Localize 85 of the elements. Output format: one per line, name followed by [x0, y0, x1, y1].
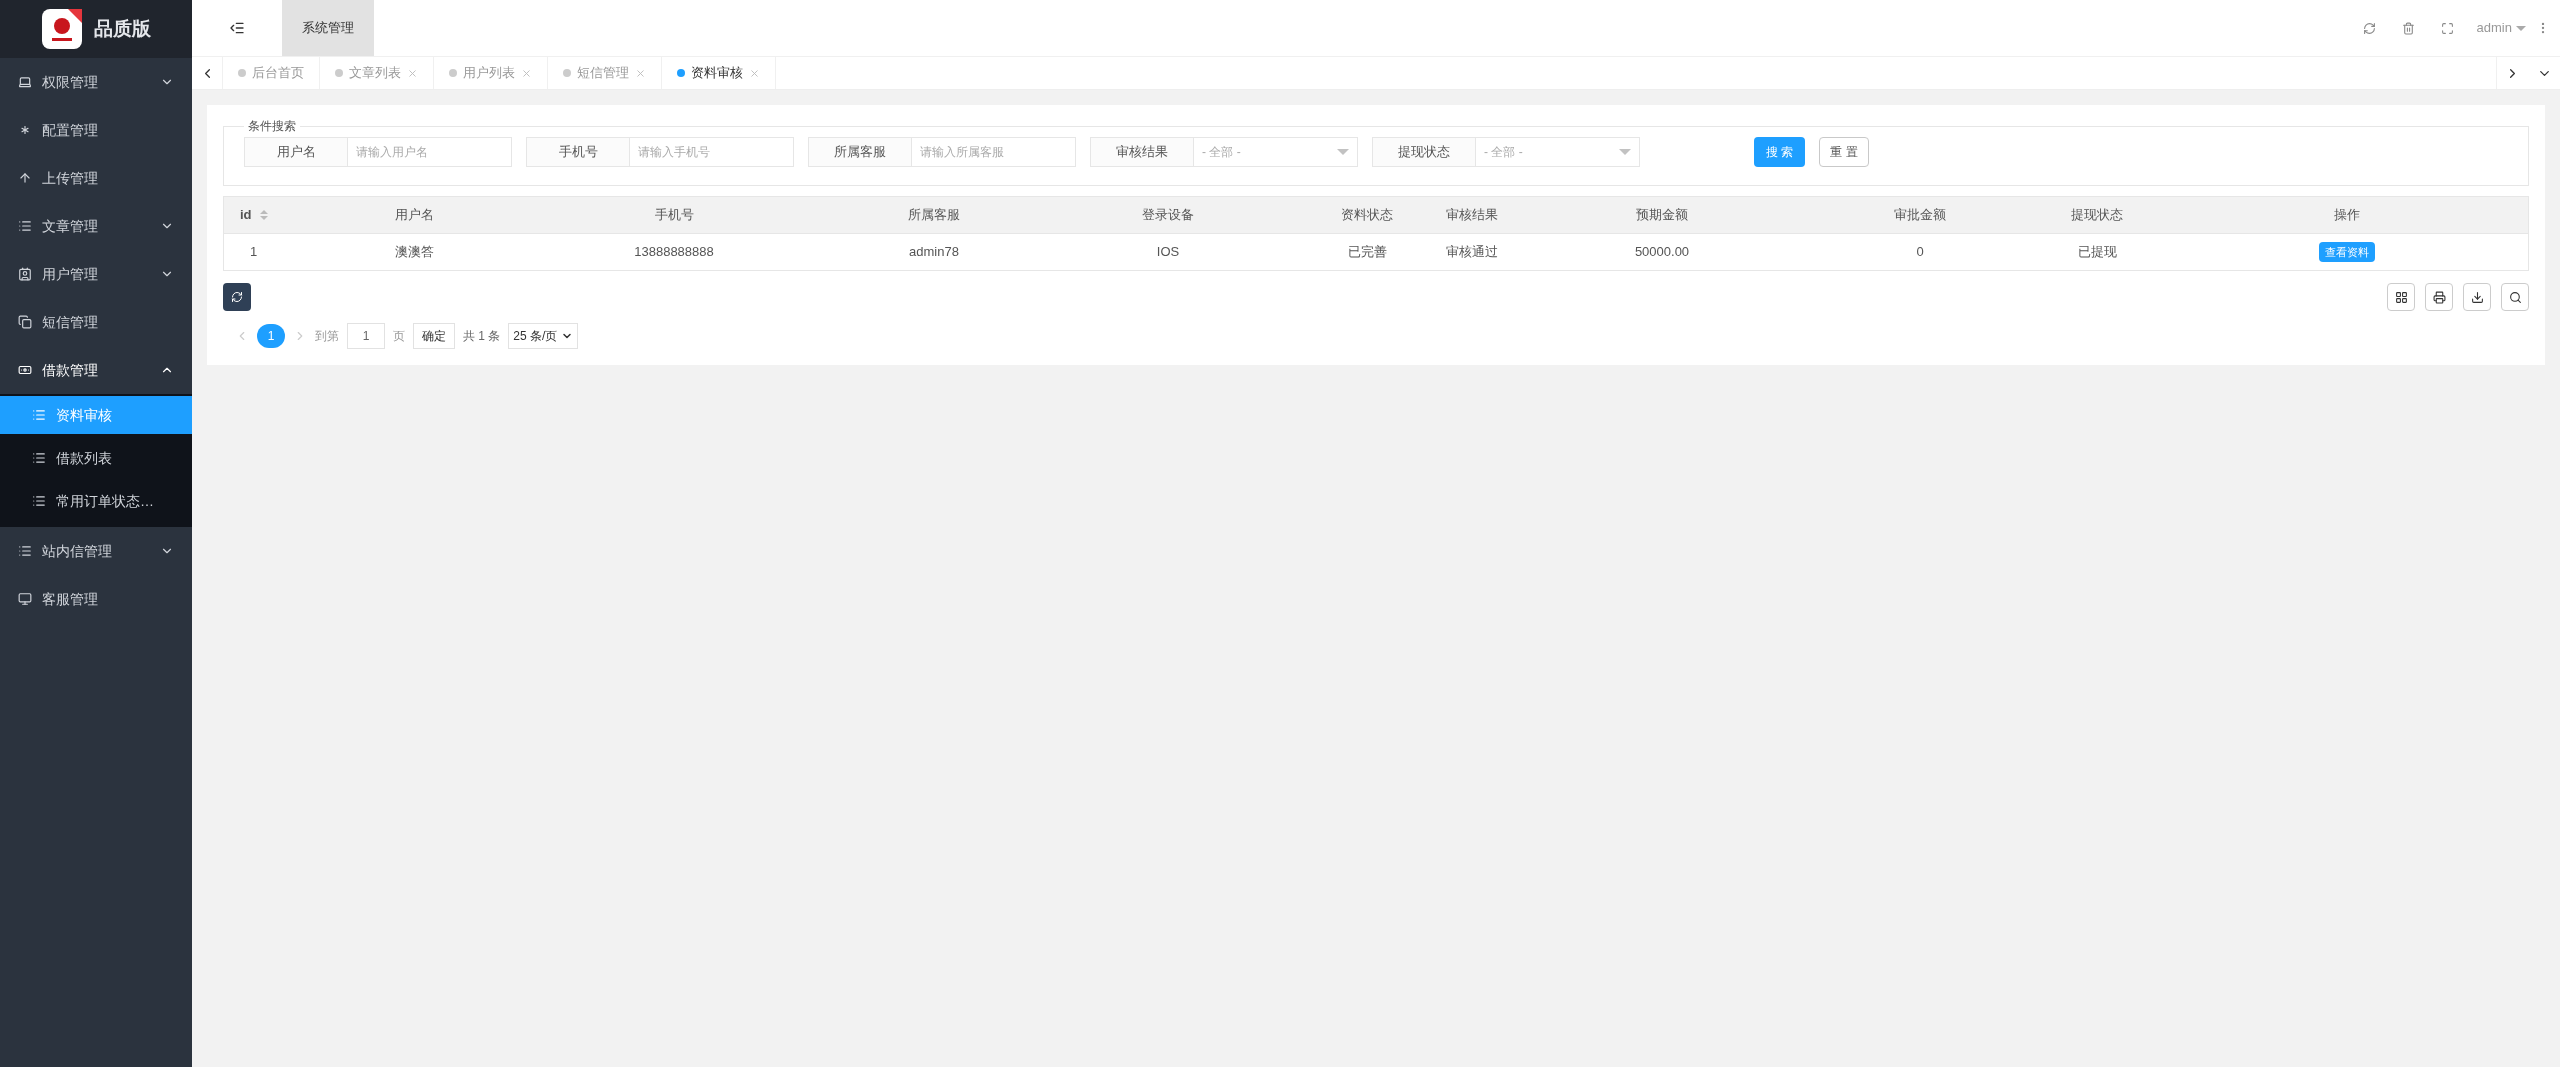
close-icon[interactable] — [407, 67, 418, 79]
sidebar-item[interactable]: 上传管理 — [0, 154, 192, 202]
search-icon — [2508, 290, 2522, 304]
field-label: 手机号 — [526, 137, 630, 167]
list-icon — [32, 451, 46, 465]
laptop-icon — [18, 75, 32, 89]
close-icon[interactable] — [521, 67, 532, 79]
sidebar-item[interactable]: 权限管理 — [0, 58, 192, 106]
trash-icon[interactable] — [2401, 21, 2415, 35]
arrow-up-icon — [18, 171, 32, 185]
print-icon — [2432, 290, 2446, 304]
column-header: 审核结果 — [1446, 207, 1498, 223]
sidebar-item[interactable]: 配置管理 — [0, 106, 192, 154]
copy-icon — [18, 315, 32, 329]
input-field[interactable]: 请输入所属客服 — [912, 137, 1076, 167]
field-label: 所属客服 — [808, 137, 912, 167]
field-label: 提现状态 — [1372, 137, 1476, 167]
column-header: 手机号 — [654, 207, 694, 223]
caret-icon — [1619, 149, 1631, 155]
field-label: 用户名 — [244, 137, 348, 167]
sidebar-item[interactable]: 借款管理 — [0, 346, 192, 394]
input-field[interactable]: 请输入手机号 — [630, 137, 794, 167]
asterisk-icon — [18, 123, 32, 137]
column-header: 操作 — [2334, 207, 2360, 223]
menu-tab[interactable]: 系统管理 — [282, 0, 374, 56]
goto-label: 到第 — [315, 328, 339, 345]
column-header: 资料状态 — [1341, 207, 1393, 223]
column-header[interactable]: id — [240, 205, 252, 225]
close-icon[interactable] — [635, 67, 646, 79]
table-cell: admin78 — [909, 244, 959, 260]
fullscreen-icon[interactable] — [2440, 21, 2454, 35]
close-icon[interactable] — [749, 67, 760, 79]
sidebar-item[interactable]: 客服管理 — [0, 575, 192, 623]
page-input[interactable]: 1 — [347, 323, 385, 349]
total-count: 共 1 条 — [463, 328, 501, 345]
caret-icon — [1337, 149, 1349, 155]
caret-icon — [2516, 25, 2526, 31]
table-cell: 已完善 — [1347, 244, 1387, 260]
table-cell: 13888888888 — [634, 244, 714, 260]
columns-button[interactable] — [2387, 283, 2415, 311]
brand-title: 品质版 — [93, 16, 151, 41]
monitor-icon — [18, 592, 32, 606]
logo-icon — [41, 9, 82, 49]
search-legend: 条件搜索 — [244, 117, 300, 135]
search-button[interactable] — [2501, 283, 2529, 311]
sidebar-item[interactable]: 短信管理 — [0, 298, 192, 346]
table-cell: 审核通过 — [1446, 244, 1498, 260]
column-header: 提现状态 — [2071, 207, 2123, 223]
field-label: 审核结果 — [1090, 137, 1194, 167]
table-cell: 澳澳答 — [394, 244, 434, 260]
list-icon — [32, 494, 46, 508]
refresh-button[interactable] — [223, 283, 251, 311]
columns-icon — [2394, 290, 2408, 304]
sidebar-item[interactable]: 文章管理 — [0, 202, 192, 250]
column-header: 所属客服 — [908, 207, 960, 223]
contact-card-icon — [18, 267, 32, 281]
collapse-menu-icon[interactable] — [229, 20, 245, 36]
submenu-item[interactable]: 常用订单状态… — [0, 482, 192, 520]
table-cell: 1 — [250, 244, 258, 260]
print-button[interactable] — [2425, 283, 2453, 311]
page-tab[interactable]: 资料审核 — [661, 57, 775, 89]
sidebar-item[interactable]: 站内信管理 — [0, 527, 192, 575]
column-header: 预期金额 — [1636, 207, 1688, 223]
sidebar-item[interactable]: 用户管理 — [0, 250, 192, 298]
table-cell: 0 — [1916, 244, 1924, 260]
reset-button[interactable]: 重 置 — [1819, 137, 1869, 167]
column-header: 用户名 — [394, 207, 434, 223]
refresh-icon — [231, 291, 243, 303]
banknote-icon — [18, 363, 32, 377]
list-icon — [18, 219, 32, 233]
table-cell: 50000.00 — [1634, 244, 1690, 260]
list-icon — [18, 544, 32, 558]
list-icon — [32, 408, 46, 422]
refresh-icon[interactable] — [2362, 21, 2376, 35]
page-label: 页 — [393, 328, 405, 345]
table-cell: IOS — [1156, 244, 1180, 260]
confirm-button[interactable]: 确定 — [413, 323, 455, 349]
column-header: 审批金额 — [1894, 207, 1946, 223]
export-icon — [2470, 290, 2484, 304]
submenu-item[interactable]: 借款列表 — [0, 439, 192, 477]
input-field[interactable]: 请输入用户名 — [348, 137, 512, 167]
page-size-select[interactable]: 25 条/页 — [508, 323, 579, 349]
export-button[interactable] — [2463, 283, 2491, 311]
column-header: 登录设备 — [1142, 207, 1194, 223]
table-cell: 已提现 — [2077, 244, 2117, 260]
